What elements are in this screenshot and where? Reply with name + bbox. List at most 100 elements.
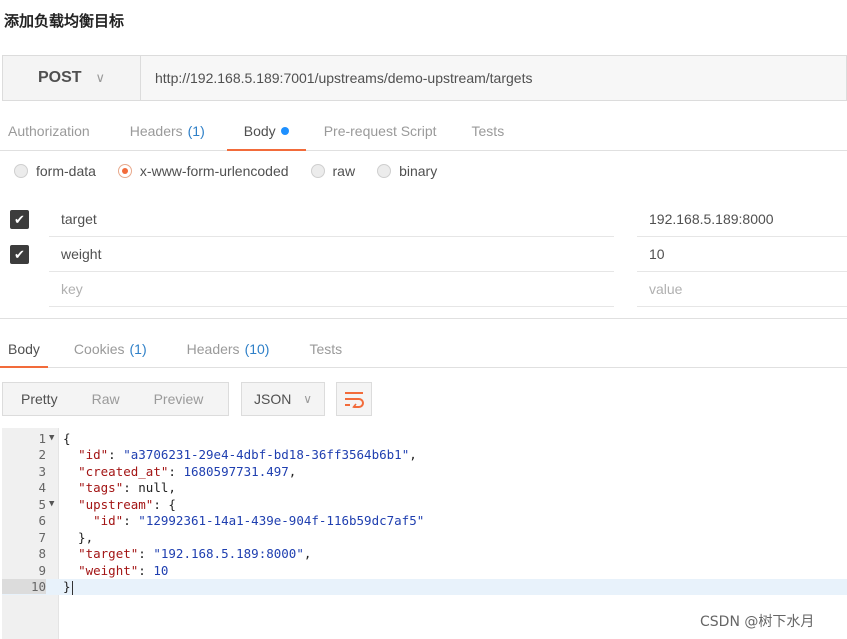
code-line: 4 "tags": null,: [2, 480, 847, 497]
view-raw-button[interactable]: Raw: [68, 391, 120, 407]
line-number: 9: [38, 562, 46, 578]
new-key-input[interactable]: key: [49, 272, 614, 307]
radio-raw[interactable]: raw: [310, 163, 356, 179]
radio-label: x-www-form-urlencoded: [139, 163, 289, 179]
modified-dot-icon: [280, 126, 289, 135]
url-input[interactable]: http://192.168.5.189:7001/upstreams/demo…: [141, 56, 846, 100]
line-number: 1: [38, 430, 46, 446]
tab-label: Tests: [309, 340, 343, 357]
response-editor[interactable]: 1 ▼{ 2 "id": "a3706231-29e4-4dbf-bd18-36f…: [2, 428, 847, 639]
code-line: 1 ▼{: [2, 430, 847, 447]
body-type-group: form-data x-www-form-urlencoded raw bina…: [14, 163, 459, 179]
tab-response-headers[interactable]: Headers (10): [187, 330, 270, 367]
radio-circle-icon: [377, 164, 392, 178]
param-value-input[interactable]: 10: [637, 237, 847, 272]
tab-body[interactable]: Body: [226, 111, 306, 151]
chevron-down-icon: ∨: [95, 70, 106, 85]
new-value-input[interactable]: value: [637, 272, 847, 307]
tab-tests[interactable]: Tests: [472, 111, 505, 150]
line-number: 4: [38, 480, 46, 496]
checkbox-checked-icon[interactable]: ✔: [10, 210, 29, 229]
tab-count: (1): [129, 340, 147, 357]
tab-label: Cookies: [73, 340, 125, 357]
method-label: POST: [37, 69, 82, 86]
response-tabs: Body Cookies (1) Headers (10) Tests: [0, 330, 847, 368]
param-row-new: key value: [0, 272, 847, 307]
tab-label: Authorization: [8, 122, 90, 139]
param-row: ✔ weight 10: [0, 237, 847, 272]
line-number: 2: [38, 447, 46, 463]
tab-headers[interactable]: Headers (1): [130, 111, 205, 150]
section-divider: [0, 318, 847, 319]
text-cursor: [71, 580, 73, 595]
format-dropdown[interactable]: JSON ∨: [241, 382, 325, 416]
tab-count: (1): [187, 122, 205, 139]
active-tab-indicator: [0, 366, 48, 368]
active-tab-indicator: [226, 149, 306, 151]
line-number: 10: [2, 579, 46, 595]
code-line: 2 "id": "a3706231-29e4-4dbf-bd18-36ff356…: [2, 447, 847, 464]
radio-form-data[interactable]: form-data: [14, 163, 96, 179]
tab-label: Body: [243, 122, 276, 139]
code-line: 5 ▼ "upstream": {: [2, 496, 847, 513]
tab-label: Body: [8, 340, 40, 357]
tab-label: Headers: [186, 340, 240, 357]
code-line: 8 "target": "192.168.5.189:8000",: [2, 546, 847, 563]
radio-label: raw: [332, 163, 356, 179]
checkbox-checked-icon[interactable]: ✔: [10, 245, 29, 264]
page-title: 添加负载均衡目标: [4, 12, 125, 30]
params-table: ✔ target 192.168.5.189:8000 ✔ weight 10 …: [0, 202, 847, 307]
code-line: 3 "created_at": 1680597731.497,: [2, 463, 847, 480]
tab-count: (10): [244, 340, 270, 357]
json-created-at: 1680597731.497: [183, 463, 289, 479]
tab-cookies[interactable]: Cookies (1): [74, 330, 147, 367]
line-number: 5: [38, 496, 46, 512]
code-line: 6 "id": "12992361-14a1-439e-904f-116b59d…: [2, 513, 847, 530]
param-key-input[interactable]: target: [49, 202, 614, 237]
code-line: 7 },: [2, 529, 847, 546]
watermark: CSDN @树下水月: [700, 614, 815, 630]
wrap-lines-icon: [345, 392, 364, 408]
view-mode-group: Pretty Raw Preview: [2, 382, 229, 416]
view-preview-button[interactable]: Preview: [130, 391, 204, 407]
radio-selected-icon: [117, 164, 132, 178]
radio-x-www-form-urlencoded[interactable]: x-www-form-urlencoded: [117, 163, 289, 179]
method-dropdown[interactable]: POST ∨: [3, 56, 141, 100]
json-tags: null: [138, 480, 169, 496]
param-key-input[interactable]: weight: [49, 237, 614, 272]
format-label: JSON: [254, 391, 292, 407]
line-number: 7: [38, 529, 46, 545]
code-line-current: 10}: [2, 578, 847, 595]
chevron-down-icon: ∨: [303, 392, 312, 406]
line-number: 3: [38, 463, 46, 479]
radio-circle-icon: [310, 164, 325, 178]
request-tabs: Authorization Headers (1) Body Pre-reque…: [0, 111, 847, 151]
radio-binary[interactable]: binary: [377, 163, 437, 179]
radio-label: binary: [399, 163, 438, 179]
request-bar: POST ∨ http://192.168.5.189:7001/upstrea…: [2, 55, 847, 101]
json-id: a3706231-29e4-4dbf-bd18-36ff3564b6b1: [130, 447, 402, 463]
checkbox-empty: [10, 280, 29, 299]
tab-label: Headers: [129, 122, 183, 139]
param-row: ✔ target 192.168.5.189:8000: [0, 202, 847, 237]
radio-label: form-data: [36, 163, 96, 179]
json-target: 192.168.5.189:8000: [160, 546, 297, 562]
wrap-lines-button[interactable]: [336, 382, 372, 416]
code-area: 1 ▼{ 2 "id": "a3706231-29e4-4dbf-bd18-36f…: [2, 430, 847, 595]
fold-arrow-icon[interactable]: ▼: [46, 499, 59, 509]
code-line: 9 "weight": 10: [2, 562, 847, 579]
tab-response-tests[interactable]: Tests: [309, 330, 342, 367]
tab-response-body[interactable]: Body: [0, 330, 48, 368]
line-number: 8: [38, 546, 46, 562]
tab-authorization[interactable]: Authorization: [8, 111, 90, 150]
tab-label: Tests: [471, 122, 505, 139]
fold-arrow-icon[interactable]: ▼: [46, 433, 59, 443]
radio-circle-icon: [14, 164, 28, 178]
tab-pre-request-script[interactable]: Pre-request Script: [324, 111, 437, 150]
json-upstream-id: 12992361-14a1-439e-904f-116b59dc7af5: [145, 513, 417, 529]
line-number: 6: [38, 513, 46, 529]
json-weight: 10: [153, 562, 169, 578]
tab-label: Pre-request Script: [323, 122, 437, 139]
param-value-input[interactable]: 192.168.5.189:8000: [637, 202, 847, 237]
view-pretty-button[interactable]: Pretty: [3, 391, 58, 407]
